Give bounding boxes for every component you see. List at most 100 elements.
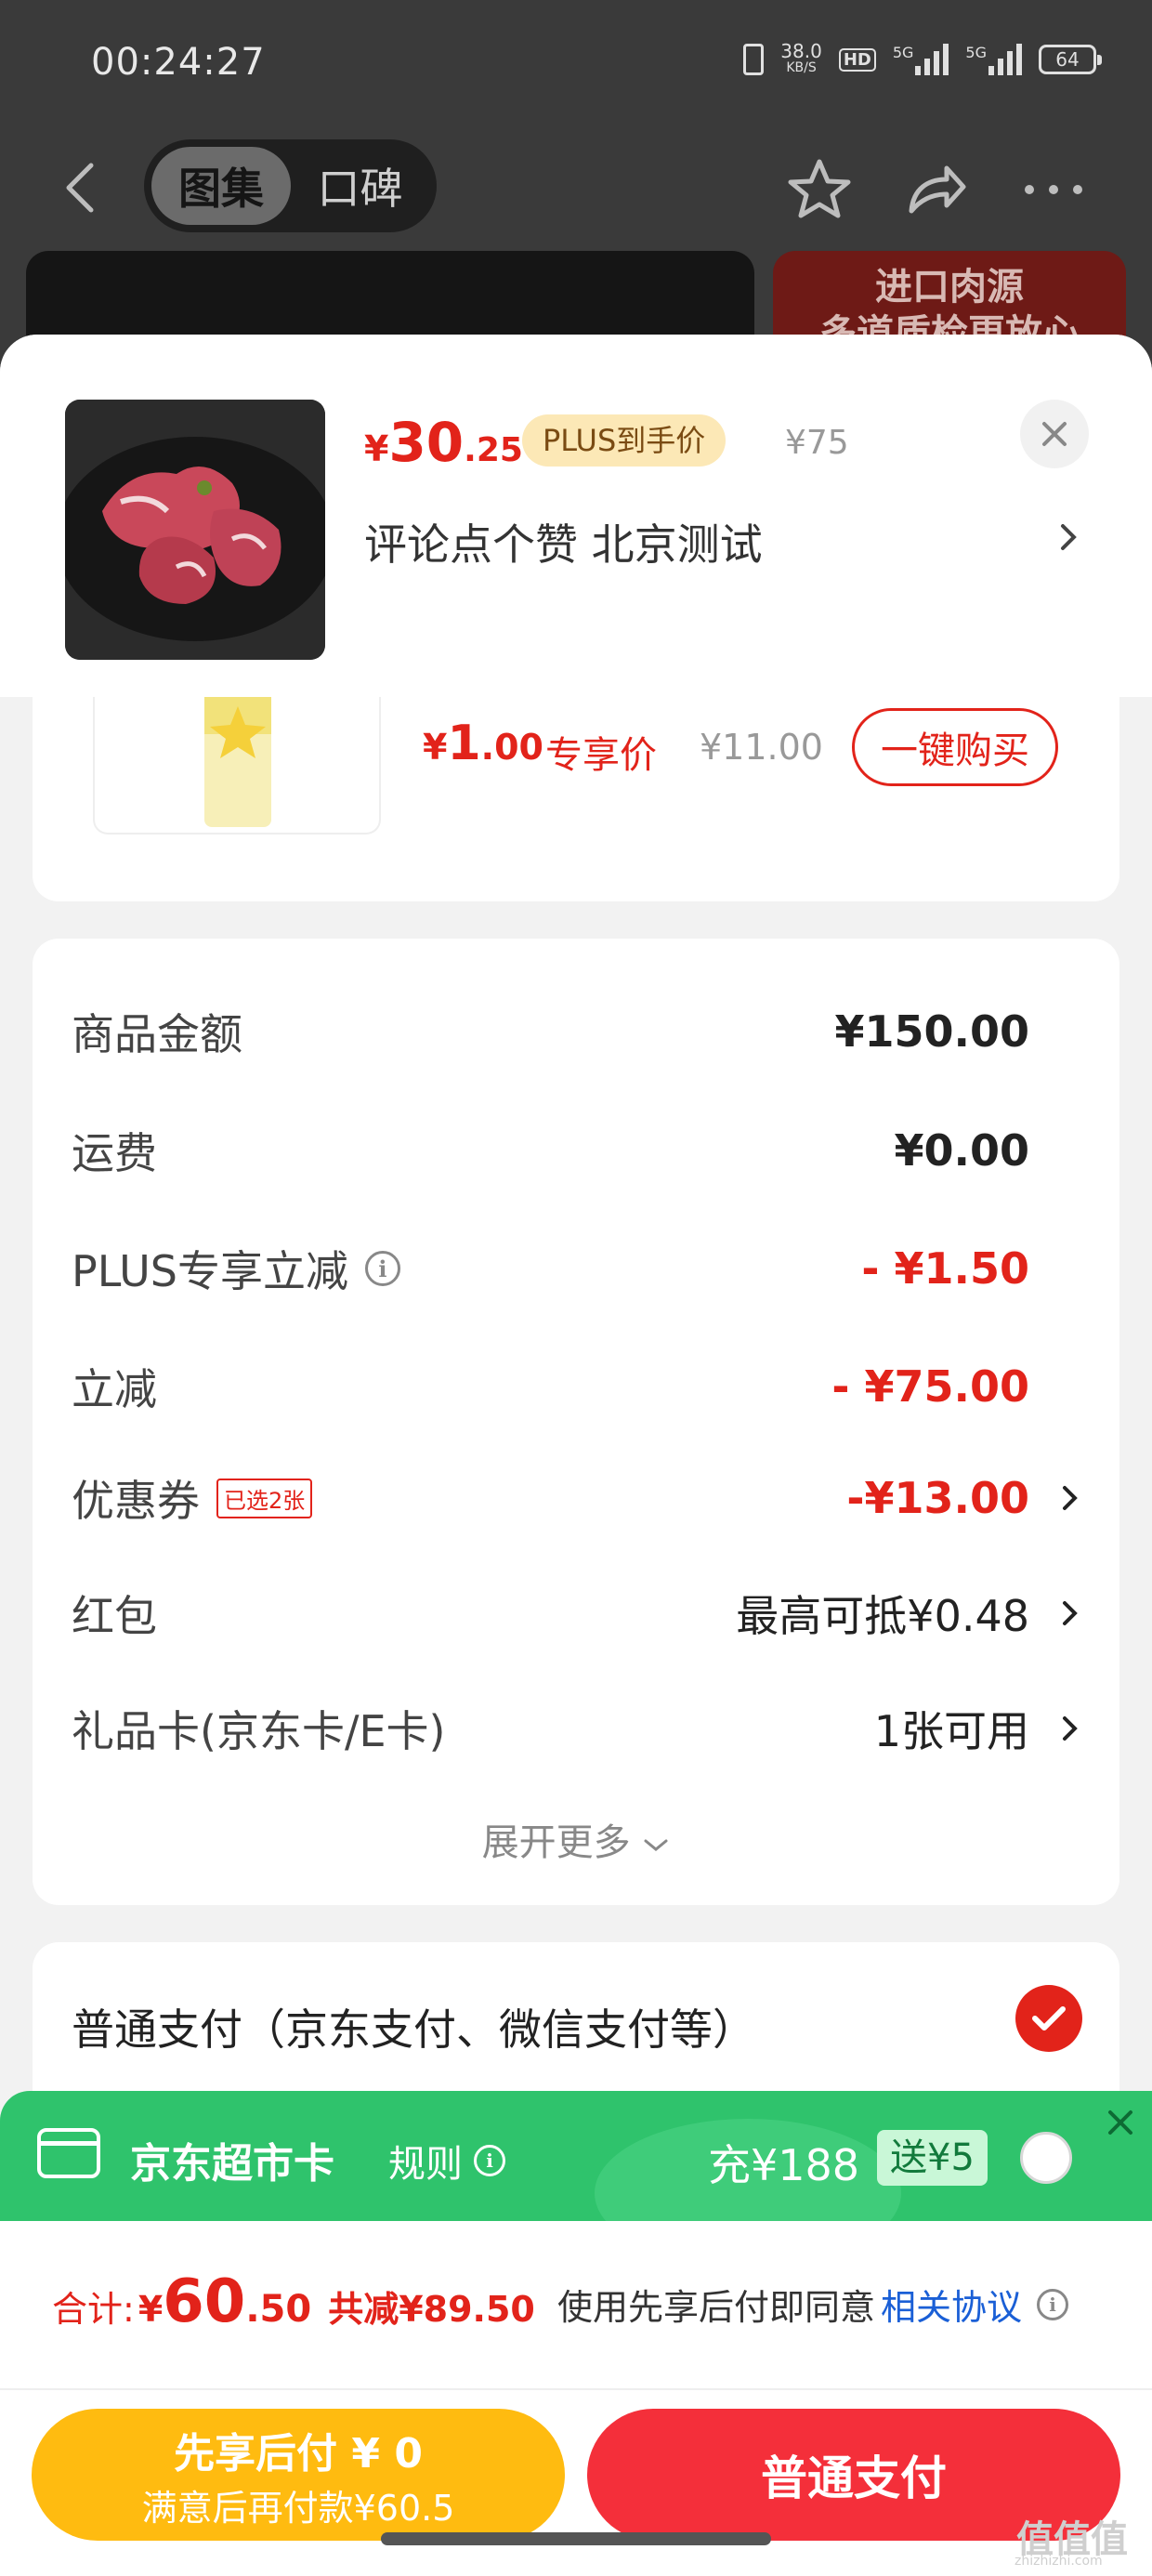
back-icon[interactable]	[58, 160, 104, 216]
row-label: 运费	[72, 1128, 157, 1178]
promo-title: 京东超市卡	[130, 2140, 334, 2188]
net-speed-unit: KB/S	[786, 60, 817, 75]
close-icon	[1108, 2110, 1132, 2135]
battery-icon: 64	[1039, 45, 1102, 74]
total-savings: 共减¥89.50	[328, 2289, 535, 2330]
tab-gallery[interactable]: 图集	[151, 147, 291, 225]
pay-later-main-label: 先享后付 ¥ 0	[174, 2429, 423, 2477]
agreement-prefix: 使用先享后付即同意	[557, 2287, 876, 2328]
more-icon[interactable]	[1020, 156, 1087, 223]
expand-more-button[interactable]: 展开更多	[33, 1812, 1119, 1866]
chevron-down-icon	[644, 1839, 668, 1851]
signal-icon-1: 5G	[893, 44, 949, 75]
tab-reviews[interactable]: 口碑	[291, 155, 429, 217]
info-icon: i	[474, 2145, 505, 2176]
row-label-text: 优惠券	[72, 1476, 200, 1526]
chevron-right-icon	[1063, 1486, 1078, 1510]
price-dec: .00	[480, 727, 543, 768]
home-indicator[interactable]	[381, 2532, 771, 2545]
promo-rule-link[interactable]: 规则 i	[388, 2134, 505, 2188]
net-speed-value: 38.0	[780, 40, 822, 62]
status-icons: 38.0 KB/S HD 5G 5G 64	[743, 40, 1102, 76]
promo-close-button[interactable]	[1089, 2091, 1152, 2154]
currency: ¥	[364, 428, 389, 469]
total-label: 合计:	[52, 2289, 135, 2330]
summary-row-goods-amount: 商品金额 ¥150.00	[72, 994, 1080, 1069]
price-int: 30	[388, 411, 465, 474]
star-icon[interactable]	[786, 156, 853, 223]
row-label-text: PLUS专享立减	[72, 1246, 348, 1296]
chevron-right-icon	[1063, 1716, 1078, 1741]
signal-tag: 5G	[892, 44, 914, 61]
gift-item-price: ¥ 1 .00	[423, 716, 543, 771]
exclusive-price-tag: 专享价	[545, 734, 657, 777]
vibrate-icon	[743, 44, 765, 75]
product-header: ¥ 30 .25 PLUS到手价 ¥75 评论点个赞 北京测试	[0, 335, 1152, 697]
net-speed: 38.0 KB/S	[780, 40, 822, 76]
row-label: 商品金额	[72, 1009, 242, 1059]
share-icon[interactable]	[903, 156, 970, 223]
row-value: 最高可抵¥0.48	[736, 1591, 1029, 1641]
one-click-buy-button[interactable]: 一键购买	[852, 708, 1058, 786]
product-thumbnail[interactable]	[65, 400, 325, 660]
normal-payment-label[interactable]: 普通支付（京东支付、微信支付等）	[72, 1996, 755, 2057]
row-value: -¥13.00	[846, 1473, 1029, 1523]
row-value: 1张可用	[873, 1706, 1029, 1756]
expand-more-label: 展开更多	[481, 1821, 631, 1864]
plus-price-badge: PLUS到手价	[522, 414, 727, 467]
chevron-right-icon	[1063, 1601, 1078, 1625]
info-icon[interactable]: i	[364, 1251, 400, 1286]
summary-row-shipping: 运费 ¥0.00	[72, 1113, 1080, 1188]
total-int: 60	[163, 2267, 246, 2336]
promo-gift-badge: 送¥5	[877, 2130, 988, 2186]
agreement-link[interactable]: 相关协议	[881, 2279, 1022, 2330]
row-label: 红包	[72, 1591, 157, 1641]
close-icon	[1042, 422, 1067, 446]
row-label: 立减	[72, 1364, 157, 1414]
status-time: 00:24:27	[91, 41, 266, 84]
summary-row-coupon[interactable]: 优惠券 已选2张 -¥13.00	[72, 1461, 1080, 1535]
checkout-sheet: ¥ 1 .00 专享价 ¥11.00 一键购买 ¥ 30 .25 PLUS到手价…	[0, 335, 1152, 2576]
row-value: - ¥75.00	[831, 1361, 1029, 1412]
hd-icon: HD	[838, 47, 876, 72]
summary-row-red-packet[interactable]: 红包 最高可抵¥0.48	[72, 1576, 1080, 1650]
watermark-sub: zhizhizhi.com	[1015, 2554, 1103, 2569]
price-int: 1	[447, 716, 481, 771]
row-label: 礼品卡(京东卡/E卡)	[72, 1706, 446, 1756]
promo-charge-amount: 充¥188	[708, 2140, 860, 2190]
total-dec: .50	[245, 2288, 312, 2331]
signal-icon-2: 5G	[965, 44, 1022, 75]
row-label: 优惠券 已选2张	[72, 1467, 313, 1529]
price-dec: .25	[464, 431, 523, 469]
pay-later-sub-label: 满意后再付款¥60.5	[141, 2487, 455, 2529]
supermarket-card-promo: 京东超市卡 规则 i 充¥188 送¥5	[0, 2091, 1152, 2221]
promo-select-radio[interactable]	[1020, 2132, 1072, 2184]
total-currency: ¥	[137, 2289, 164, 2330]
row-value: - ¥1.50	[861, 1243, 1029, 1294]
product-title[interactable]: 评论点个赞 北京测试	[364, 511, 763, 572]
coupon-selected-badge: 已选2张	[216, 1478, 313, 1518]
product-price: ¥ 30 .25	[364, 411, 523, 474]
summary-row-instant-discount: 立减 - ¥75.00	[72, 1349, 1080, 1424]
chevron-right-icon[interactable]	[1057, 519, 1080, 556]
summary-row-plus-discount: PLUS专享立减 i - ¥1.50	[72, 1231, 1080, 1306]
gift-original-price: ¥11.00	[700, 727, 823, 768]
status-bar: 00:24:27 38.0 KB/S HD 5G 5G 64	[0, 0, 1152, 139]
close-button[interactable]	[1020, 400, 1089, 468]
row-value: ¥0.00	[894, 1125, 1029, 1176]
pay-later-button[interactable]: 先享后付 ¥ 0 满意后再付款¥60.5	[32, 2409, 565, 2541]
gallery-review-switch: 图集 口碑	[144, 139, 437, 232]
agreement-text: 使用先享后付即同意 相关协议 i	[557, 2279, 1069, 2330]
bottom-checkout-bar: 合计: ¥ 60 .50 共减¥89.50 使用先享后付即同意 相关协议 i 先…	[0, 2221, 1152, 2576]
summary-row-gift-card[interactable]: 礼品卡(京东卡/E卡) 1张可用	[72, 1691, 1080, 1766]
order-summary-card: 商品金额 ¥150.00 运费 ¥0.00 PLUS专享立减 i - ¥1.50…	[33, 939, 1119, 1905]
promo-rule-label: 规则	[388, 2143, 463, 2186]
divider	[0, 2388, 1152, 2390]
background-page: 00:24:27 38.0 KB/S HD 5G 5G 64 图集 口碑 进口肉…	[0, 0, 1152, 400]
info-icon[interactable]: i	[1037, 2288, 1069, 2320]
signal-tag: 5G	[965, 44, 987, 61]
gift-item-thumbnail[interactable]	[93, 688, 381, 835]
top-nav: 图集 口碑	[0, 139, 1152, 242]
card-icon	[37, 2128, 100, 2178]
selected-check-icon[interactable]	[1015, 1985, 1082, 2052]
